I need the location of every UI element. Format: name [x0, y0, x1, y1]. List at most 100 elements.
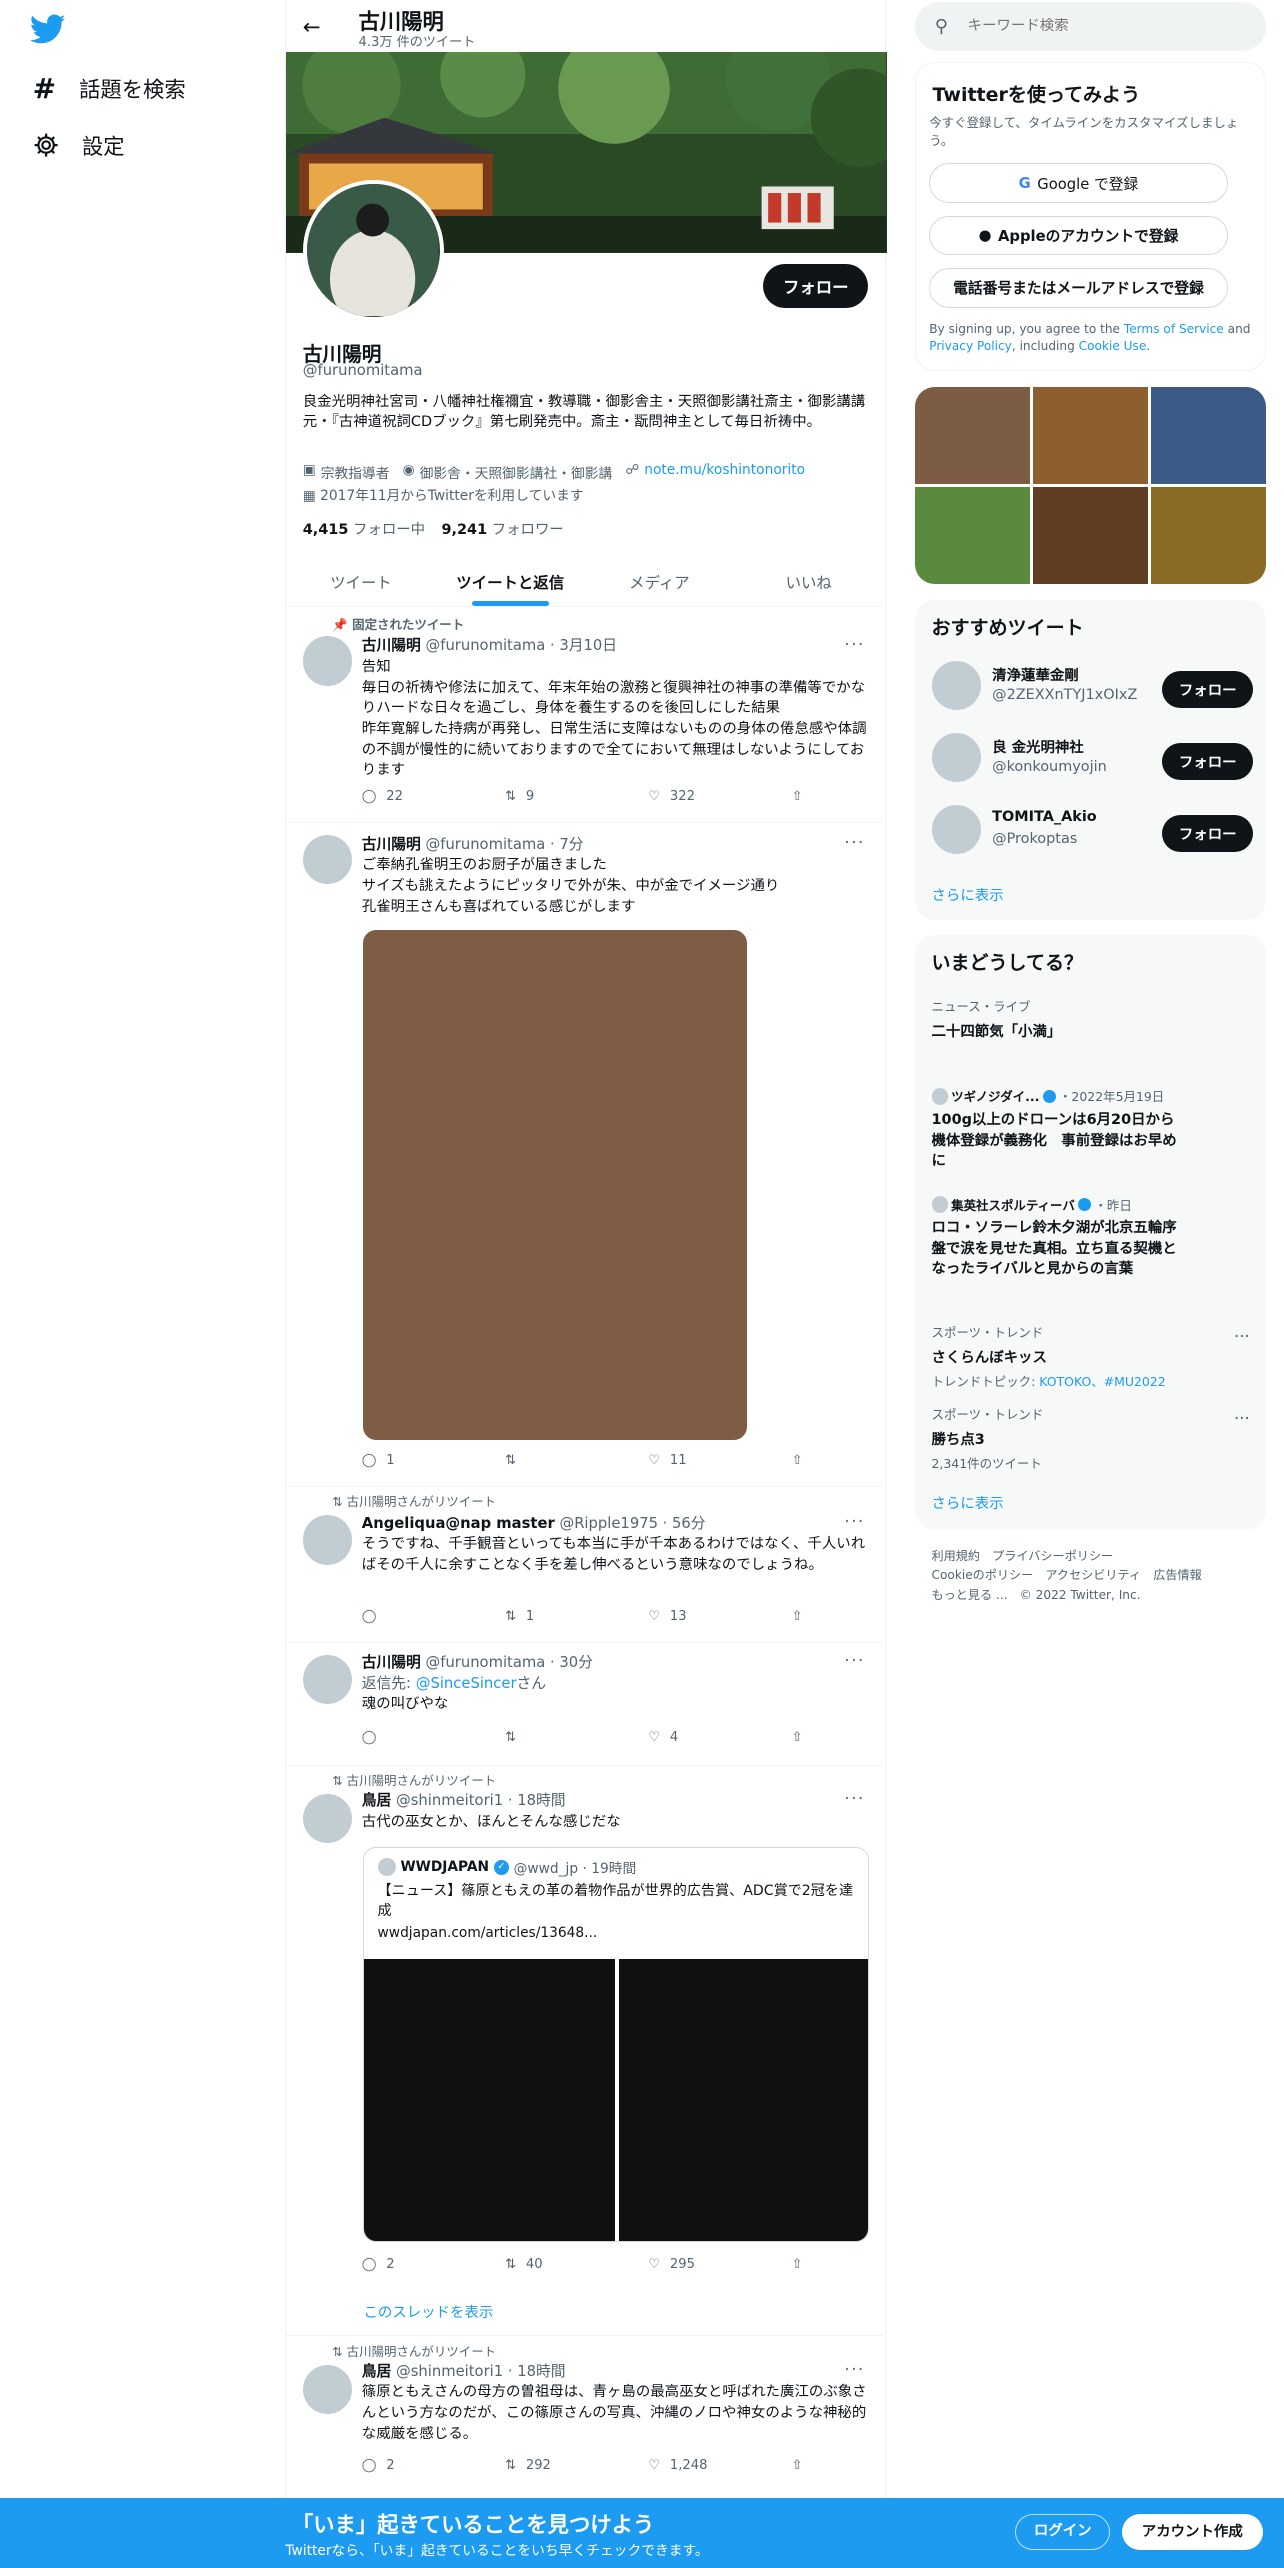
media-thumb[interactable] [1151, 387, 1267, 484]
avatar[interactable] [302, 2364, 352, 2415]
media-thumb[interactable] [1151, 487, 1267, 584]
quote-tweet[interactable]: WWDJAPAN ✓ @wwd_jp · 19時間 【ニュース】篠原ともえの革の… [363, 1846, 869, 2242]
like-button[interactable]: ♡ 4 [648, 1730, 791, 1745]
avatar[interactable] [302, 636, 352, 686]
tweet-author[interactable]: 古川陽明 [362, 1654, 421, 1671]
profile-link[interactable]: note.mu/koshintonorito [644, 462, 805, 482]
share-button[interactable]: ⇧ [792, 1730, 803, 1745]
like-button[interactable]: ♡ 13 [648, 1609, 791, 1624]
back-button[interactable]: ← [303, 15, 321, 40]
follow-suggestion[interactable]: TOMITA_Akio @Prokoptas フォロー [931, 804, 1253, 860]
share-button[interactable]: ⇧ [792, 1453, 803, 1468]
follow-button[interactable]: フォロー [1162, 670, 1253, 709]
retweet-button[interactable]: ⇅ [505, 1730, 648, 1745]
trend-item[interactable]: ニュース・ライブ 二十四節気「小満」 [932, 997, 1250, 1041]
share-button[interactable]: ⇧ [792, 1609, 803, 1624]
avatar[interactable] [302, 1654, 352, 1704]
more-icon[interactable]: ··· [844, 833, 865, 852]
reply-button[interactable]: ◯ [362, 1609, 505, 1624]
signup-button[interactable]: アカウント作成 [1121, 2514, 1263, 2551]
google-signup-button[interactable]: G Google で登録 [929, 163, 1228, 203]
follow-button[interactable]: フォロー [1162, 742, 1253, 781]
follow-button[interactable]: フォロー [1162, 815, 1253, 853]
trend-news-item[interactable]: ツギノジダイ... ・2022年5月19日 100g以上のドローンは6月20日か… [931, 1087, 1178, 1171]
cookie-link[interactable]: Cookie Use [1079, 339, 1147, 353]
more-icon[interactable]: ··· [844, 1512, 865, 1531]
nav-settings[interactable]: 設定 [33, 130, 125, 161]
terms-link[interactable]: Terms of Service [1124, 322, 1224, 336]
privacy-link[interactable]: Privacy Policy [929, 339, 1012, 353]
tweet-media-image[interactable] [363, 929, 748, 1440]
trend-tags[interactable]: KOTOKO、#MU2022 [1039, 1374, 1165, 1389]
more-icon[interactable]: ··· [844, 1651, 865, 1670]
like-button[interactable]: ♡ 295 [648, 2257, 791, 2272]
retweet-button[interactable]: ⇅ 292 [505, 2458, 648, 2473]
reply-button[interactable]: ◯ 2 [362, 2458, 505, 2473]
follow-suggestion[interactable]: 良 金光明神社 @konkoumyojin フォロー [931, 731, 1253, 787]
share-button[interactable]: ⇧ [792, 2458, 803, 2473]
search-bar[interactable]: ⚲ [915, 1, 1267, 51]
trend-item[interactable]: スポーツ・トレンド さくらんぼキッス トレンドトピック: KOTOKO、#MU2… [932, 1323, 1250, 1390]
tweet-author[interactable]: Angeliqua@nap master [362, 1515, 555, 1532]
more-icon[interactable]: ··· [1234, 1409, 1250, 1428]
reply-button[interactable]: ◯ [362, 1730, 505, 1745]
tweet-author[interactable]: 古川陽明 [362, 637, 421, 654]
retweet-button[interactable]: ⇅ 40 [505, 2257, 648, 2272]
avatar[interactable] [302, 1515, 352, 1565]
tweet-item[interactable]: ⇅ 古川陽明さんがリツイート 鳥居 @shinmeitori1 · 18時間 篠… [286, 2335, 884, 2499]
avatar[interactable] [302, 834, 352, 884]
media-thumb[interactable] [915, 387, 1030, 484]
avatar[interactable] [302, 1794, 352, 1844]
twitter-logo[interactable] [29, 13, 66, 53]
more-icon[interactable]: ··· [844, 1789, 865, 1808]
follow-suggestion[interactable]: 清浄蓮華金剛 @2ZEXXnTYJ1xOIxZ フォロー [931, 659, 1253, 715]
retweet-button[interactable]: ⇅ 9 [505, 789, 648, 804]
media-thumb[interactable] [915, 487, 1030, 584]
reply-button[interactable]: ◯ 2 [362, 2257, 505, 2272]
following-link[interactable]: 4,415 フォロー中 [303, 518, 425, 539]
tweet-author[interactable]: 鳥居 [362, 2363, 392, 2380]
reply-button[interactable]: ◯ 1 [362, 1453, 505, 1468]
retweet-button[interactable]: ⇅ [505, 1453, 648, 1468]
tweet-author[interactable]: 鳥居 [362, 1792, 392, 1809]
share-button[interactable]: ⇧ [792, 789, 803, 804]
show-more-link[interactable]: さらに表示 [932, 1492, 1004, 1513]
tab-tweets-replies[interactable]: ツイートと返信 [436, 558, 585, 606]
more-icon[interactable]: ··· [844, 2360, 865, 2379]
media-thumb[interactable] [1033, 487, 1148, 584]
quote-image-left[interactable] [364, 1959, 616, 2241]
tweet-item[interactable]: ⇅ 古川陽明さんがリツイート 鳥居 @shinmeitori1 · 18時間 古… [286, 1765, 884, 2336]
footer-line[interactable]: Cookieのポリシー アクセシビリティ 広告情報 [932, 1566, 1202, 1586]
retweet-button[interactable]: ⇅ 1 [505, 1609, 648, 1624]
tweet-item[interactable]: ⇅ 古川陽明さんがリツイート Angeliqua@nap master @Rip… [286, 1486, 884, 1642]
show-more-link[interactable]: さらに表示 [932, 884, 1004, 905]
search-input[interactable] [967, 18, 1214, 35]
like-button[interactable]: ♡ 11 [648, 1453, 791, 1468]
tab-tweets[interactable]: ツイート [286, 558, 435, 606]
more-icon[interactable]: ··· [844, 635, 865, 654]
like-button[interactable]: ♡ 322 [648, 789, 791, 804]
show-thread-link[interactable]: このスレッドを表示 [363, 2301, 493, 2322]
phone-email-signup-button[interactable]: 電話番号またはメールアドレスで登録 [929, 268, 1228, 308]
like-button[interactable]: ♡ 1,248 [648, 2458, 791, 2473]
followers-link[interactable]: 9,241 フォロワー [441, 518, 563, 539]
trend-item[interactable]: スポーツ・トレンド 勝ち点3 2,341件のツイート ··· [932, 1405, 1250, 1472]
tweet-author[interactable]: 古川陽明 [362, 836, 421, 853]
share-button[interactable]: ⇧ [792, 2257, 803, 2272]
tab-likes[interactable]: いいね [734, 558, 883, 606]
tab-media[interactable]: メディア [585, 558, 734, 606]
profile-avatar[interactable] [302, 180, 444, 322]
apple-signup-button[interactable]: ● Appleのアカウントで登録 [929, 215, 1228, 256]
reply-button[interactable]: ◯ 22 [362, 789, 505, 804]
follow-button[interactable]: フォロー [763, 264, 869, 308]
media-thumb[interactable] [1033, 387, 1148, 484]
tweet-item[interactable]: 古川陽明 @furunomitama · 7分 ご奉納孔雀明王のお厨子が届きまし… [286, 822, 884, 1486]
footer-line[interactable]: もっと見る ... © 2022 Twitter, Inc. [932, 1586, 1202, 1606]
nav-explore[interactable]: # 話題を検索 [33, 72, 186, 105]
tweet-pinned[interactable]: 📌 固定されたツイート 古川陽明 @furunomitama · 3月10日 告… [286, 607, 884, 822]
reply-to-user[interactable]: @SinceSincer [416, 1675, 517, 1692]
tweet-item[interactable]: 古川陽明 @furunomitama · 30分 返信先: @SinceSinc… [286, 1642, 884, 1765]
footer-line[interactable]: 利用規約 プライバシーポリシー [932, 1547, 1202, 1567]
login-button[interactable]: ログイン [1015, 2514, 1111, 2551]
quote-image-right[interactable] [618, 1959, 868, 2241]
